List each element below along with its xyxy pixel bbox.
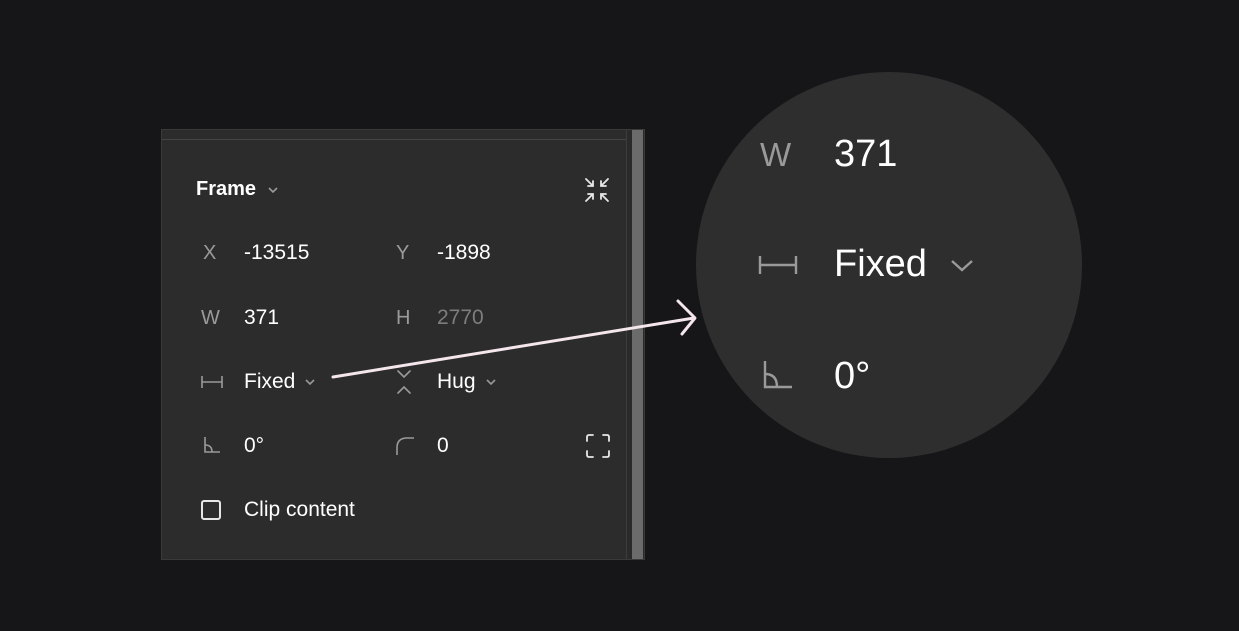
section-title: Frame: [196, 178, 257, 200]
chevron-down-icon: [951, 260, 973, 272]
corner-radius-icon: [396, 437, 414, 455]
hug-height-icon: [397, 370, 411, 394]
zoom-rotation-value: 0°: [834, 355, 871, 397]
fixed-width-icon: [201, 376, 223, 388]
h-label: H: [396, 307, 411, 329]
magnifier-callout: W 371 Fixed 0°: [696, 72, 1082, 458]
frame-properties-panel: Frame X -13515 Y -1898 W 371 H 2770 Fixe…: [161, 129, 645, 560]
fixed-width-icon: [758, 256, 798, 274]
width-mode-value: Fixed: [244, 370, 296, 393]
w-input[interactable]: 371: [244, 306, 279, 330]
rotation-icon: [763, 361, 792, 389]
chevron-down-icon: [485, 379, 496, 386]
chevron-down-icon: [305, 379, 315, 386]
y-label: Y: [396, 242, 410, 264]
panel-divider: [162, 139, 627, 140]
chevron-down-icon: [268, 186, 278, 193]
collapse-icon[interactable]: [583, 176, 611, 204]
width-mode-dropdown[interactable]: Fixed: [244, 370, 317, 394]
zoom-w-value: 371: [834, 133, 898, 175]
clip-content-label: Clip content: [244, 498, 355, 521]
x-label: X: [203, 242, 217, 264]
scrollbar-thumb[interactable]: [632, 130, 643, 559]
rotation-input[interactable]: 0°: [244, 434, 264, 458]
rotation-icon: [204, 437, 220, 453]
clip-content-checkbox[interactable]: [201, 500, 221, 520]
w-label: W: [201, 307, 220, 329]
scrollbar-track[interactable]: [626, 130, 644, 559]
frame-type-dropdown[interactable]: Frame: [196, 178, 280, 201]
y-input[interactable]: -1898: [437, 241, 491, 265]
zoom-width-mode: Fixed: [834, 243, 927, 285]
corner-radius-input[interactable]: 0: [437, 434, 449, 458]
x-input[interactable]: -13515: [244, 241, 309, 265]
independent-corners-icon[interactable]: [585, 433, 611, 459]
h-input[interactable]: 2770: [437, 306, 484, 330]
zoom-w-label: W: [760, 136, 792, 173]
height-mode-dropdown[interactable]: Hug: [437, 370, 498, 394]
height-mode-value: Hug: [437, 370, 476, 393]
